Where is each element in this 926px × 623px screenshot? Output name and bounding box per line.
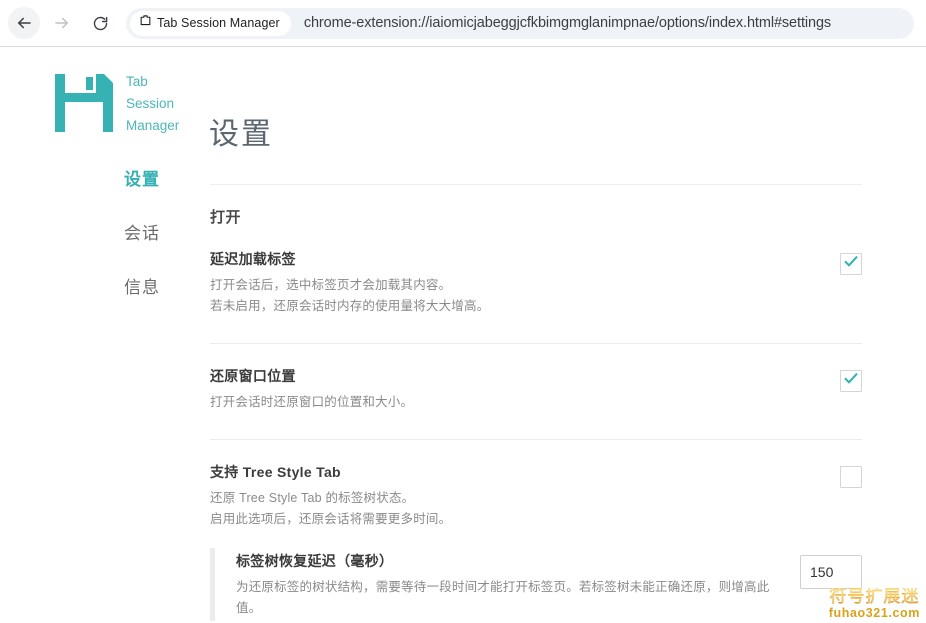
setting-row-restore-window-position: 还原窗口位置 打开会话时还原窗口的位置和大小。 bbox=[185, 344, 926, 413]
setting-label: 标签树恢复延迟（毫秒） bbox=[236, 553, 394, 569]
setting-description: 还原 Tree Style Tab 的标签树状态。 启用此选项后，还原会话将需要… bbox=[210, 488, 770, 530]
address-bar[interactable]: Tab Session Manager chrome-extension://i… bbox=[126, 7, 914, 39]
brand-name: Tab Session Manager bbox=[126, 74, 180, 133]
sidebar-item-settings[interactable]: 设置 bbox=[0, 162, 160, 197]
sidebar-item-information[interactable]: 信息 bbox=[0, 270, 160, 305]
reload-icon bbox=[92, 15, 109, 32]
sidebar-item-label: 会话 bbox=[124, 224, 160, 243]
setting-row-tree-style-tab: 支持 Tree Style Tab 还原 Tree Style Tab 的标签树… bbox=[185, 440, 926, 530]
extension-chip[interactable]: Tab Session Manager bbox=[130, 10, 291, 36]
page-title: 设置 bbox=[209, 118, 273, 151]
brand-block: Tab Session Manager bbox=[0, 71, 185, 140]
check-icon bbox=[843, 371, 859, 392]
sidebar-item-label: 设置 bbox=[124, 170, 160, 189]
arrow-left-icon bbox=[15, 14, 33, 32]
options-page: Tab Session Manager 设置 会话 信息 设置 打开 延迟加载标… bbox=[0, 47, 926, 623]
setting-control bbox=[840, 249, 862, 275]
setting-text: 标签树恢复延迟（毫秒） 为还原标签的树状结构，需要等待一段时间才能打开标签页。若… bbox=[236, 551, 800, 619]
setting-text: 延迟加载标签 打开会话后，选中标签页才会加载其内容。 若未启用，还原会话时内存的… bbox=[210, 249, 840, 317]
checkbox-tree-style-tab[interactable] bbox=[840, 466, 862, 488]
setting-description-line: 打开会话后，选中标签页才会加载其内容。 bbox=[210, 278, 452, 292]
sidebar-item-label: 信息 bbox=[124, 278, 160, 297]
sidebar-nav: 设置 会话 信息 bbox=[0, 162, 185, 305]
setting-control bbox=[840, 462, 862, 488]
section-title-open: 打开 bbox=[210, 209, 242, 226]
browser-toolbar: Tab Session Manager chrome-extension://i… bbox=[0, 0, 926, 47]
settings-content: 设置 打开 延迟加载标签 打开会话后，选中标签页才会加载其内容。 若未启用，还原… bbox=[185, 47, 926, 623]
extension-chip-label: Tab Session Manager bbox=[157, 16, 280, 30]
setting-text: 还原窗口位置 打开会话时还原窗口的位置和大小。 bbox=[210, 366, 840, 413]
setting-text: 支持 Tree Style Tab 还原 Tree Style Tab 的标签树… bbox=[210, 462, 840, 530]
tree-restore-delay-input[interactable] bbox=[800, 555, 862, 589]
setting-description: 打开会话后，选中标签页才会加载其内容。 若未启用，还原会话时内存的使用量将大大增… bbox=[210, 275, 770, 317]
setting-description-line: 还原 Tree Style Tab 的标签树状态。 bbox=[210, 491, 415, 505]
back-button[interactable] bbox=[8, 7, 40, 39]
setting-description-line: 启用此选项后，还原会话将需要更多时间。 bbox=[210, 512, 452, 526]
checkbox-restore-window-position[interactable] bbox=[840, 370, 862, 392]
forward-button[interactable] bbox=[46, 7, 78, 39]
checkbox-lazy-load[interactable] bbox=[840, 253, 862, 275]
setting-description-line: 若未启用，还原会话时内存的使用量将大大增高。 bbox=[210, 299, 490, 313]
check-icon bbox=[843, 254, 859, 275]
setting-label: 还原窗口位置 bbox=[210, 368, 296, 384]
setting-description: 为还原标签的树状结构，需要等待一段时间才能打开标签页。若标签树未能正确还原，则增… bbox=[236, 580, 770, 615]
address-bar-url: chrome-extension://iaiomicjabeggjcfkbimg… bbox=[303, 15, 832, 31]
setting-control bbox=[840, 366, 862, 392]
reload-button[interactable] bbox=[84, 7, 116, 39]
setting-control bbox=[800, 551, 862, 589]
tab-session-manager-icon bbox=[139, 14, 152, 32]
sidebar: Tab Session Manager 设置 会话 信息 bbox=[0, 47, 185, 623]
setting-label: 延迟加载标签 bbox=[210, 251, 296, 267]
arrow-right-icon bbox=[53, 14, 71, 32]
setting-row-lazy-load: 延迟加载标签 打开会话后，选中标签页才会加载其内容。 若未启用，还原会话时内存的… bbox=[185, 227, 926, 317]
sub-setting-tree-restore-delay: 标签树恢复延迟（毫秒） 为还原标签的树状结构，需要等待一段时间才能打开标签页。若… bbox=[210, 548, 862, 621]
setting-description-line: 打开会话时还原窗口的位置和大小。 bbox=[210, 395, 414, 409]
setting-description: 打开会话时还原窗口的位置和大小。 bbox=[210, 392, 770, 413]
setting-label: 支持 Tree Style Tab bbox=[210, 464, 341, 480]
floppy-disk-icon bbox=[52, 71, 116, 140]
sidebar-item-sessions[interactable]: 会话 bbox=[0, 216, 160, 251]
